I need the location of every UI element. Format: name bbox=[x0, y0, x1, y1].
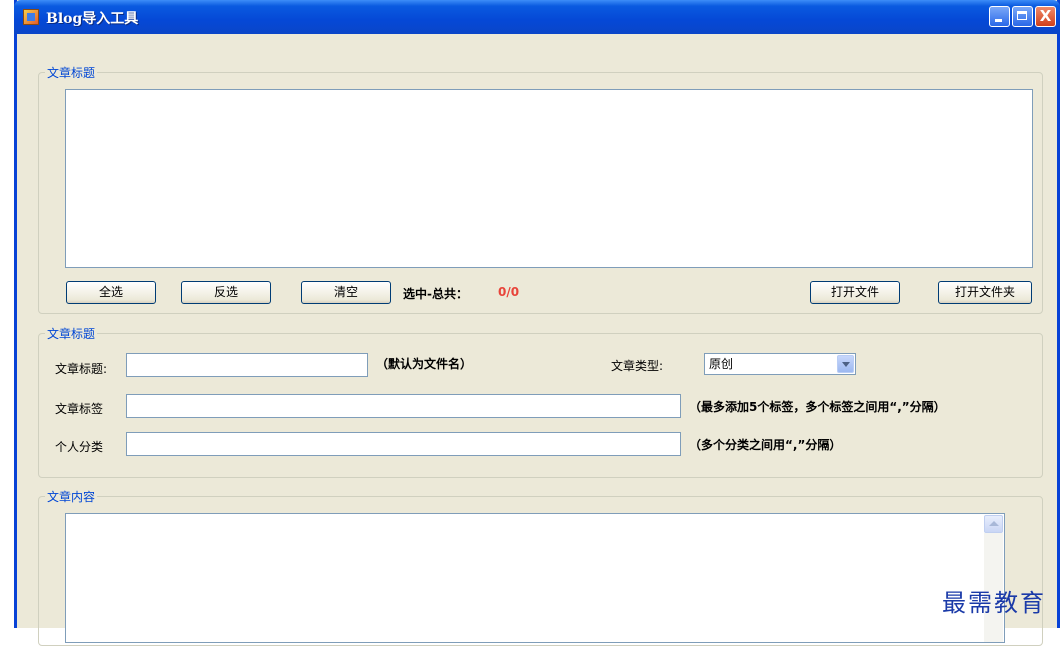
scroll-up-icon[interactable] bbox=[984, 515, 1003, 533]
article-meta-group: 文章标题 文章标题: （默认为文件名） 文章类型: 原创 文章标签 （最多添加5… bbox=[38, 325, 1043, 478]
close-button[interactable]: X bbox=[1035, 6, 1056, 27]
window-title: Blog导入工具 bbox=[46, 11, 139, 27]
article-type-label: 文章类型: bbox=[611, 359, 664, 373]
article-content-legend: 文章内容 bbox=[45, 488, 98, 505]
minimize-button[interactable] bbox=[989, 6, 1010, 27]
file-list-group: 文章标题 全选 反选 清空 选中-总共： 0/0 打开文件 打开文件夹 bbox=[38, 64, 1043, 314]
category-hint: （多个分类之间用“,”分隔） bbox=[689, 438, 842, 452]
chevron-down-icon[interactable] bbox=[837, 355, 854, 373]
app-window: Blog导入工具 X 文章标题 全选 反选 清空 选中-总共： 0/0 打开文件… bbox=[14, 0, 1060, 646]
tags-input[interactable] bbox=[126, 394, 681, 418]
invert-selection-button[interactable]: 反选 bbox=[181, 281, 271, 304]
article-meta-legend: 文章标题 bbox=[45, 325, 98, 342]
select-all-button[interactable]: 全选 bbox=[66, 281, 156, 304]
tags-field-label: 文章标签 bbox=[55, 402, 104, 416]
article-type-value: 原创 bbox=[709, 357, 734, 371]
category-input[interactable] bbox=[126, 432, 681, 456]
open-folder-button[interactable]: 打开文件夹 bbox=[938, 281, 1032, 304]
file-list-legend: 文章标题 bbox=[45, 64, 98, 81]
article-content-group: 文章内容 bbox=[38, 488, 1043, 646]
watermark-text: 最需教育 bbox=[942, 589, 1046, 617]
clear-button[interactable]: 清空 bbox=[301, 281, 391, 304]
file-listbox[interactable] bbox=[65, 89, 1033, 268]
article-type-select[interactable]: 原创 bbox=[704, 353, 856, 375]
open-file-button[interactable]: 打开文件 bbox=[810, 281, 900, 304]
maximize-button[interactable] bbox=[1012, 6, 1033, 27]
title-hint: （默认为文件名） bbox=[376, 357, 473, 371]
selection-count-value: 0/0 bbox=[498, 285, 520, 299]
title-input[interactable] bbox=[126, 353, 368, 377]
app-icon bbox=[23, 9, 39, 25]
tags-hint: （最多添加5个标签，多个标签之间用“,”分隔） bbox=[689, 400, 946, 414]
title-field-label: 文章标题: bbox=[55, 362, 108, 376]
selection-count-label: 选中-总共： bbox=[403, 287, 468, 301]
category-field-label: 个人分类 bbox=[55, 440, 104, 454]
content-textarea[interactable] bbox=[65, 513, 1005, 643]
title-bar[interactable]: Blog导入工具 X bbox=[14, 0, 1060, 34]
